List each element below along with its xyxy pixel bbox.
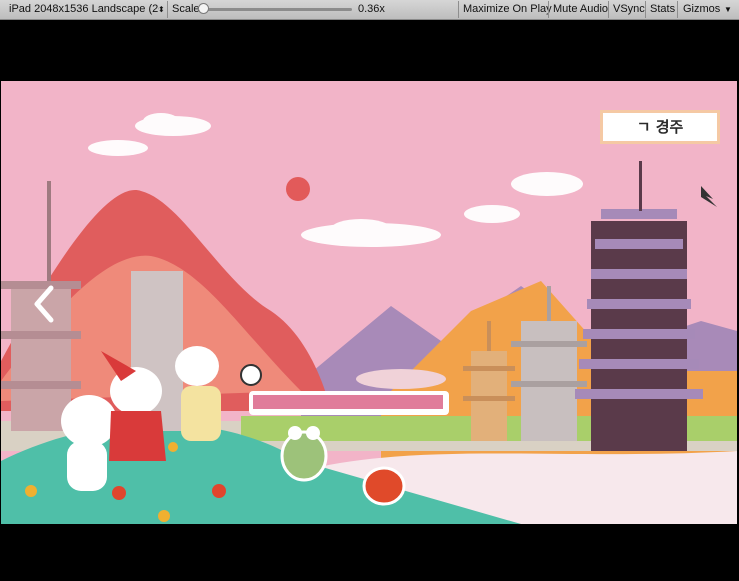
scale-value: 0.36x [358, 3, 385, 15]
sun [286, 177, 310, 201]
chevron-left-icon [34, 285, 54, 323]
scale-slider-knob[interactable] [198, 3, 209, 14]
divider [458, 1, 459, 18]
cat-character [175, 346, 221, 441]
soccer-ball [240, 364, 262, 386]
divider [548, 1, 549, 18]
letterbox-top [0, 20, 739, 81]
stats-toggle[interactable]: Stats [650, 0, 675, 19]
scale-slider-track[interactable] [204, 8, 352, 11]
divider [677, 1, 678, 18]
game-scene-art [1, 81, 737, 524]
divider [167, 1, 168, 18]
letterbox-bottom [0, 524, 739, 581]
maximize-on-play-toggle[interactable]: Maximize On Play [463, 0, 552, 19]
dropdown-arrow-icon[interactable]: ▼ [724, 0, 732, 19]
frog-character [280, 426, 328, 482]
divider [645, 1, 646, 18]
chevron-left-icon[interactable] [29, 284, 59, 324]
crayfish-character [362, 466, 406, 506]
mute-audio-toggle[interactable]: Mute Audio [553, 0, 608, 19]
updown-arrow-icon: ⬍ [158, 5, 165, 14]
game-view[interactable]: ㄱ 경주 [1, 81, 737, 524]
game-view-toolbar: iPad 2048x1536 Landscape (2C ⬍ Scale 0.3… [0, 0, 739, 20]
city-label[interactable]: ㄱ 경주 [600, 110, 720, 144]
resolution-label: iPad 2048x1536 Landscape (2C [9, 3, 159, 15]
scale-label: Scale [172, 3, 200, 15]
vsync-toggle[interactable]: VSync [613, 0, 645, 19]
gizmos-dropdown[interactable]: Gizmos [683, 0, 720, 19]
divider [608, 1, 609, 18]
resolution-dropdown[interactable]: iPad 2048x1536 Landscape (2C [9, 0, 159, 19]
